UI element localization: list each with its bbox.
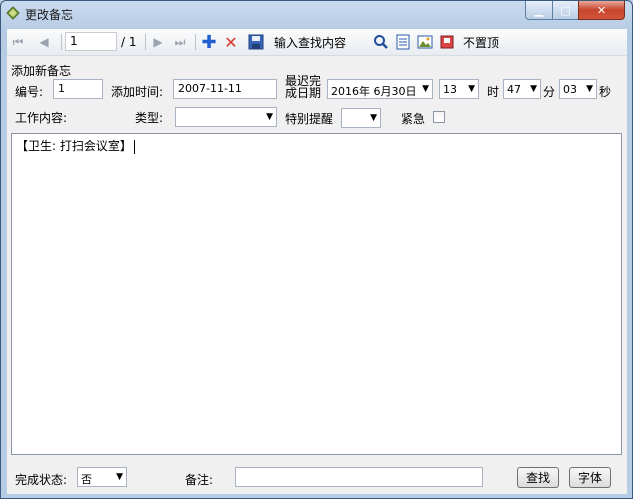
minute-select[interactable]: 47 ▼ [503,79,541,99]
minute-value: 47 [507,83,521,96]
deadline-date-value: 2016年 6月30日 [331,85,417,98]
add-icon[interactable]: ✚ [201,32,217,53]
minimize-icon: ▁ [534,3,544,17]
find-button[interactable]: 查找 [517,467,559,488]
hour-unit: 时 [487,85,500,99]
maximize-button[interactable]: ▢ [552,1,579,20]
toolbar-separator [61,34,62,50]
first-record-icon[interactable]: ⏮ [11,33,25,51]
search-input[interactable]: 输入查找内容 [269,32,369,51]
deadline-label-line2: 成日期 [285,86,322,100]
record-position-input[interactable]: 1 [65,32,117,51]
chevron-down-icon: ▼ [116,472,123,482]
chevron-down-icon: ▼ [266,112,273,122]
last-record-icon[interactable]: ⏭ [173,33,187,51]
chevron-down-icon: ▼ [422,84,429,94]
close-icon: ✕ [596,3,607,17]
urgent-label: 紧急 [401,112,426,126]
next-record-icon[interactable]: ▶ [151,33,165,51]
second-unit: 秒 [599,85,612,99]
type-label: 类型: [135,111,164,125]
maximize-icon: ▢ [560,3,571,17]
save-icon[interactable] [248,33,264,51]
record-total: / 1 [121,35,137,49]
client-area: ⏮ ◀ 1 / 1 ▶ ⏭ ✚ ✕ 输入查找内容 不置顶 添加新备忘 编号: 1… [7,29,627,494]
status-label: 完成状态: [15,473,68,487]
app-window: 更改备忘 ▁ ▢ ✕ ⏮ ◀ 1 / 1 ▶ ⏭ ✚ ✕ 输入查找内容 不置顶 … [0,0,633,499]
note-label: 备注: [185,473,214,487]
navigation-toolbar: ⏮ ◀ 1 / 1 ▶ ⏭ ✚ ✕ 输入查找内容 不置顶 [7,29,627,56]
app-icon [6,6,20,20]
deadline-label: 最迟完 成日期 [285,75,321,99]
content-text-value: 【卫生: 打扫会议室】 [16,139,132,153]
font-button[interactable]: 字体 [569,467,611,488]
second-value: 03 [563,83,577,96]
added-time-label: 添加时间: [111,85,164,99]
delete-icon[interactable]: ✕ [223,33,239,52]
reminder-select[interactable]: ▼ [341,108,381,128]
added-time-field[interactable]: 2007-11-11 [173,79,277,99]
content-text: 【卫生: 打扫会议室】 [16,137,135,154]
pin-icon[interactable] [439,33,455,51]
list-icon[interactable] [395,33,411,51]
pin-toggle-label[interactable]: 不置顶 [463,33,499,51]
minute-unit: 分 [543,85,556,99]
chevron-down-icon: ▼ [586,84,593,94]
close-button[interactable]: ✕ [578,1,625,20]
chevron-down-icon: ▼ [468,84,475,94]
status-select[interactable]: 否 ▼ [77,467,127,487]
toolbar-separator [195,34,196,50]
toolbar-separator [145,34,146,50]
hour-value: 13 [443,83,457,96]
content-textarea[interactable]: 【卫生: 打扫会议室】 [11,133,622,455]
picture-icon[interactable] [417,33,433,51]
hour-select[interactable]: 13 ▼ [439,79,479,99]
status-value: 否 [81,473,92,486]
deadline-date-picker[interactable]: 2016年 6月30日 ▼ [327,79,433,99]
type-select[interactable]: ▼ [175,107,277,127]
work-content-label: 工作内容: [15,111,68,125]
minimize-button[interactable]: ▁ [525,1,553,20]
text-caret [133,139,135,154]
title-bar: 更改备忘 ▁ ▢ ✕ [1,1,632,25]
section-title: 添加新备忘 [11,64,72,78]
id-field[interactable]: 1 [53,79,103,99]
second-select[interactable]: 03 ▼ [559,79,597,99]
note-field[interactable] [235,467,483,487]
reminder-label: 特别提醒 [285,112,334,126]
chevron-down-icon: ▼ [370,113,377,123]
chevron-down-icon: ▼ [530,84,537,94]
urgent-checkbox[interactable] [433,111,445,123]
search-icon[interactable] [373,33,389,51]
window-title: 更改备忘 [25,8,74,22]
id-label: 编号: [15,85,44,99]
previous-record-icon[interactable]: ◀ [37,33,51,51]
